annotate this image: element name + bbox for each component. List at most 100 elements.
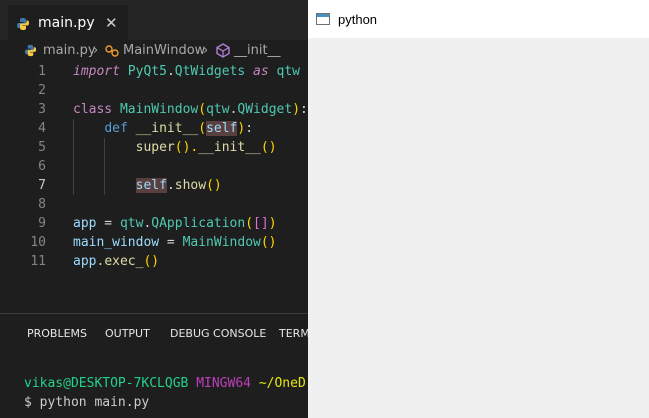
code-token: ().	[174, 140, 199, 155]
code-line: 5 super().__init__()	[0, 138, 308, 157]
tab-label: main.py	[38, 15, 95, 31]
code-text: main_window = MainWindow()	[73, 233, 277, 252]
terminal-path: ~/OneDrive/	[258, 376, 308, 391]
code-token: =	[96, 216, 120, 231]
code-token: self	[206, 121, 238, 136]
code-token: (	[245, 216, 254, 231]
code-token: MainWindow	[119, 102, 199, 117]
code-token: def	[104, 121, 128, 136]
code-token: qtw	[276, 64, 301, 79]
code-line: 6	[0, 157, 308, 176]
code-token: qtw	[119, 216, 144, 231]
code-text: app = qtw.QApplication([])	[73, 214, 277, 233]
window-title: python	[338, 12, 378, 27]
line-number: 9	[38, 216, 46, 231]
code-token: as	[253, 64, 269, 79]
breadcrumb-method[interactable]: __init__	[234, 43, 281, 58]
window-app-icon	[316, 13, 330, 25]
tab-main-py[interactable]: main.py ✕	[8, 5, 128, 41]
terminal-command-line[interactable]: $ python main.py	[24, 395, 149, 410]
tab-terminal[interactable]: TERMINAL	[279, 327, 308, 340]
terminal-prompt-line: vikas@DESKTOP-7KCLQGB MINGW64 ~/OneDrive…	[24, 376, 308, 391]
code-text: import PyQt5.QtWidgets as qtw	[73, 62, 300, 81]
python-file-icon	[17, 18, 29, 30]
code-token: .	[166, 64, 175, 79]
line-number: 10	[30, 235, 46, 250]
line-number: 2	[38, 83, 46, 98]
code-token: super	[135, 140, 175, 155]
code-line: 10 main_window = MainWindow()	[0, 233, 308, 252]
code-text: self.show()	[73, 176, 222, 195]
terminal-prompt: $	[24, 395, 32, 410]
code-token: main_window	[73, 235, 160, 250]
code-text: class MainWindow(qtw.QWidget):	[73, 100, 308, 119]
code-token: app	[73, 216, 97, 231]
code-line: 3 class MainWindow(qtw.QWidget):	[0, 100, 308, 119]
code-token: []	[253, 216, 269, 231]
line-number: 11	[30, 254, 46, 269]
code-token: import	[73, 64, 120, 79]
breadcrumb-separator: ›	[203, 43, 209, 58]
close-tab-icon[interactable]: ✕	[105, 14, 118, 32]
python-file-icon	[24, 44, 37, 57]
code-token: PyQt5	[127, 64, 167, 79]
tab-debug-console[interactable]: DEBUG CONSOLE	[170, 327, 266, 340]
terminal-command: python main.py	[39, 395, 150, 410]
line-number: 4	[38, 121, 46, 136]
line-number: 8	[38, 197, 46, 212]
line-number: 5	[38, 140, 46, 155]
code-text: super().__init__()	[73, 138, 277, 157]
window-titlebar[interactable]: python	[308, 0, 649, 38]
code-editor: main.py ✕ main.py › MainWindow › __init_…	[0, 0, 308, 418]
code-token: show	[174, 178, 207, 193]
code-token: QtWidgets	[174, 64, 246, 79]
code-line: 7 self.show()	[0, 176, 308, 195]
code-token: __init__	[198, 140, 261, 155]
code-line: 8	[0, 195, 308, 214]
code-text: app.exec_()	[73, 252, 159, 271]
breadcrumb: main.py › MainWindow › __init__	[0, 40, 308, 62]
code-token: ()	[260, 235, 277, 250]
code-line: 2	[0, 81, 308, 100]
code-line: 4 def __init__(self):	[0, 119, 308, 138]
line-number: 6	[38, 159, 46, 174]
code-line: 9 app = qtw.QApplication([])	[0, 214, 308, 233]
code-token: =	[159, 235, 183, 250]
breadcrumb-class[interactable]: MainWindow	[123, 43, 205, 58]
code-token: MainWindow	[182, 235, 261, 250]
code-token: ()	[143, 254, 160, 269]
code-token: )	[268, 216, 277, 231]
tab-problems[interactable]: PROBLEMS	[27, 327, 87, 340]
line-number: 3	[38, 102, 46, 117]
python-app-window[interactable]: python	[308, 0, 649, 418]
code-token: QWidget	[237, 102, 293, 117]
code-line: 1 import PyQt5.QtWidgets as qtw	[0, 62, 308, 81]
terminal-shell: MINGW64	[196, 376, 251, 391]
code-token: __init__	[135, 121, 199, 136]
code-token: exec_	[104, 254, 144, 269]
code-token: ()	[260, 140, 277, 155]
code-token: :	[300, 102, 308, 117]
tab-output[interactable]: OUTPUT	[105, 327, 150, 340]
code-token: (	[198, 102, 207, 117]
class-symbol-icon	[105, 45, 119, 57]
code-token: app	[73, 254, 97, 269]
method-symbol-icon	[216, 43, 230, 58]
code-token: qtw	[206, 102, 230, 117]
terminal-user-host: vikas@DESKTOP-7KCLQGB	[24, 376, 189, 391]
editor-tab-bar: main.py ✕	[0, 0, 308, 41]
code-token: class	[73, 102, 113, 117]
code-line: 11 app.exec_()	[0, 252, 308, 271]
code-token: QApplication	[151, 216, 246, 231]
bottom-panel: PROBLEMS OUTPUT DEBUG CONSOLE TERMINAL v…	[0, 313, 308, 418]
breadcrumb-file[interactable]: main.py	[43, 43, 96, 58]
breadcrumb-separator: ›	[93, 43, 99, 58]
